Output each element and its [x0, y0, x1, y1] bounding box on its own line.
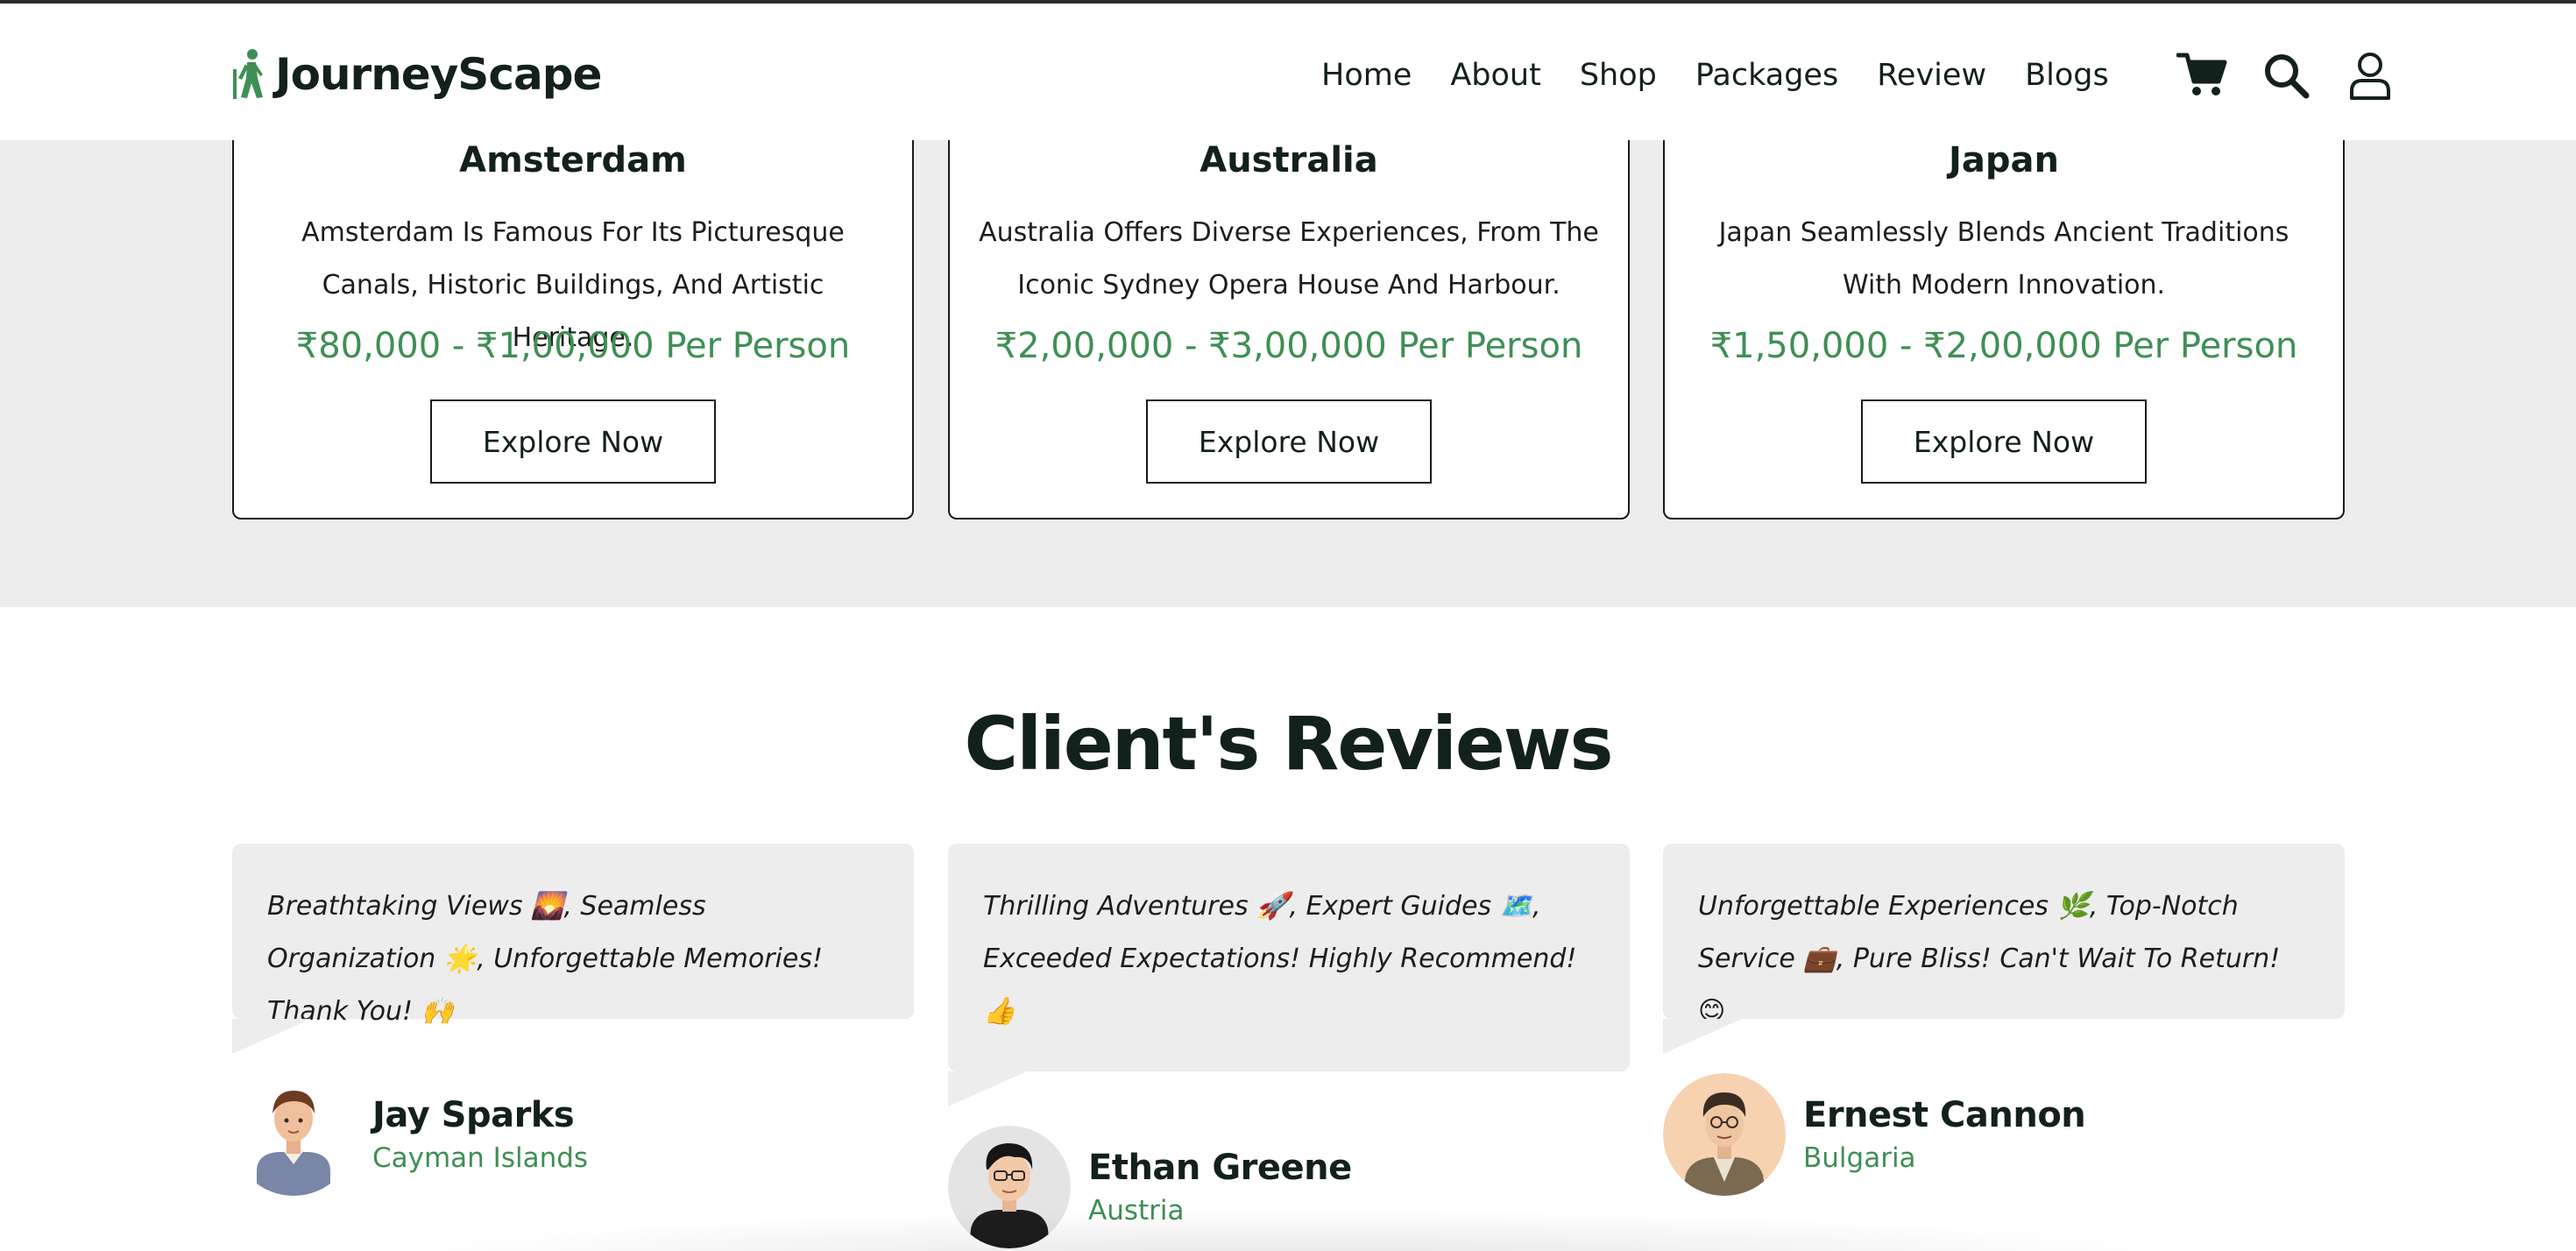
- hiker-icon: [233, 49, 263, 99]
- reviewer-info: Jay Sparks Cayman Islands: [372, 1095, 588, 1174]
- explore-now-button[interactable]: Explore Now: [430, 399, 716, 484]
- explore-now-button[interactable]: Explore Now: [1146, 399, 1432, 484]
- nav-home[interactable]: Home: [1321, 58, 1412, 93]
- review-text: Thrilling Adventures 🚀, Expert Guides 🗺️…: [948, 844, 1630, 1071]
- reviewer-info: Ernest Cannon Bulgaria: [1803, 1095, 2086, 1174]
- reviewer-location: Cayman Islands: [372, 1142, 589, 1174]
- site-header: JourneyScape Home About Shop Packages Re…: [0, 4, 2576, 140]
- package-title: Amsterdam: [459, 140, 687, 180]
- package-title: Japan: [1949, 140, 2059, 180]
- avatar: [232, 1073, 355, 1196]
- logo-text: JourneyScape: [275, 49, 602, 100]
- bubble-tail: [948, 1071, 1027, 1106]
- package-price: ₹1,50,000 - ₹2,00,000 Per Person: [1709, 326, 2298, 366]
- review-text: Unforgettable Experiences 🌿, Top-Notch S…: [1663, 844, 2345, 1027]
- user-icon[interactable]: [2344, 49, 2396, 102]
- reviewer-name: Jay Sparks: [372, 1095, 575, 1135]
- search-icon[interactable]: [2260, 49, 2312, 102]
- review-card: Thrilling Adventures 🚀, Expert Guides 🗺️…: [948, 844, 1630, 1248]
- package-description: Japan Seamlessly Blends Ancient Traditio…: [1718, 217, 2289, 300]
- cart-icon[interactable]: [2176, 49, 2228, 102]
- nav-packages[interactable]: Packages: [1695, 58, 1838, 93]
- package-price: ₹80,000 - ₹1,00,000 Per Person: [295, 326, 851, 366]
- review-card: Unforgettable Experiences 🌿, Top-Notch S…: [1663, 844, 2345, 1196]
- package-card-australia: Australia Australia Offers Diverse Exper…: [948, 131, 1630, 519]
- package-card-amsterdam: Amsterdam Amsterdam Is Famous For Its Pi…: [232, 131, 914, 519]
- package-description: Australia Offers Diverse Experiences, Fr…: [979, 217, 1599, 300]
- nav-review[interactable]: Review: [1877, 58, 1986, 93]
- review-card: Breathtaking Views 🌄, Seamless Organizat…: [232, 844, 914, 1196]
- review-text: Breathtaking Views 🌄, Seamless Organizat…: [232, 844, 914, 1027]
- bubble-tail: [232, 1019, 311, 1054]
- main-nav: Home About Shop Packages Review Blogs: [1321, 49, 2396, 102]
- reviewer: Ernest Cannon Bulgaria: [1663, 1073, 2086, 1196]
- reviewer-name: Ernest Cannon: [1803, 1095, 2086, 1135]
- nav-about[interactable]: About: [1450, 58, 1540, 93]
- explore-now-button[interactable]: Explore Now: [1861, 399, 2147, 484]
- nav-blogs[interactable]: Blogs: [2025, 58, 2109, 93]
- reviewer-name: Ethan Greene: [1088, 1148, 1352, 1188]
- logo[interactable]: JourneyScape: [230, 44, 602, 105]
- section-shadow: [368, 1209, 2208, 1251]
- package-card-japan: Japan Japan Seamlessly Blends Ancient Tr…: [1663, 131, 2345, 519]
- nav-shop[interactable]: Shop: [1580, 58, 1657, 93]
- package-title: Australia: [1200, 140, 1378, 180]
- reviewer: Jay Sparks Cayman Islands: [232, 1073, 588, 1196]
- avatar: [1663, 1073, 1786, 1196]
- reviews-heading: Client's Reviews: [964, 701, 1614, 787]
- bubble-tail: [1663, 1019, 1742, 1054]
- package-price: ₹2,00,000 - ₹3,00,000 Per Person: [994, 326, 1583, 366]
- reviewer-location: Bulgaria: [1803, 1142, 1916, 1174]
